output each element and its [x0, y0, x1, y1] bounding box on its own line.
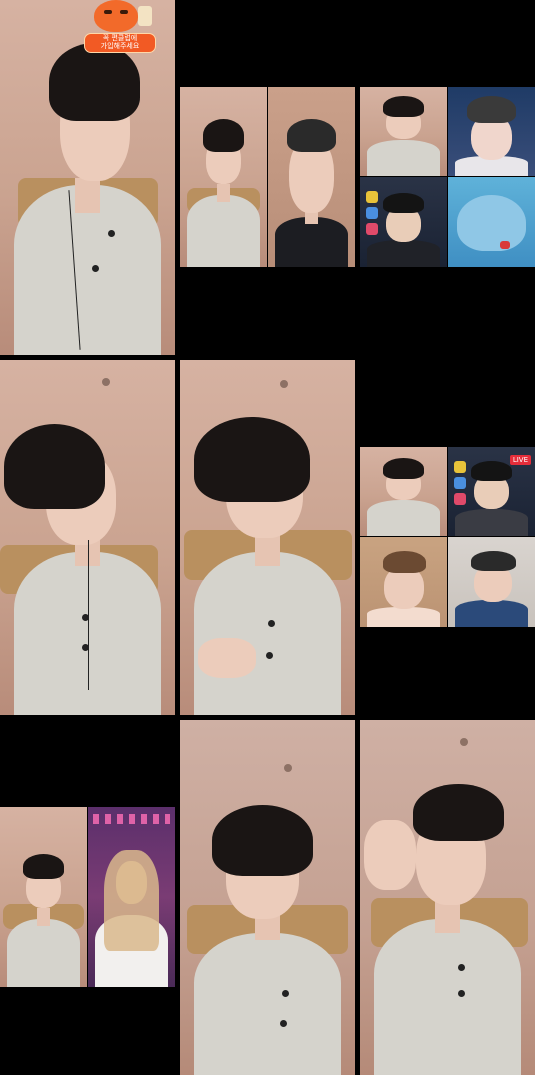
sticker-strip — [454, 461, 466, 509]
neon-lights — [93, 814, 170, 825]
raised-hand — [364, 820, 416, 890]
video-tile-1[interactable]: 꼭 편클럽에 가입해주세요 — [0, 0, 175, 355]
badge-line-2: 가입해주세요 — [100, 42, 140, 50]
video-tile-3[interactable] — [360, 87, 535, 267]
fan-club-badge[interactable]: 꼭 편클럽에 가입해주세요 — [80, 0, 158, 54]
orange-mascot-icon — [94, 0, 138, 32]
badge-line-1: 꼭 편클럽에 — [102, 34, 138, 42]
video-pane-bottom-left[interactable] — [360, 177, 447, 267]
video-pane-left[interactable] — [180, 87, 267, 267]
video-tile-7[interactable] — [0, 807, 175, 987]
video-pane-top-left[interactable] — [360, 447, 447, 536]
video-pane-top-left[interactable] — [360, 87, 447, 176]
video-tile-4[interactable] — [0, 360, 175, 715]
video-pane-bottom-left[interactable] — [360, 537, 447, 627]
fan-club-badge-text: 꼭 편클럽에 가입해주세요 — [84, 33, 156, 53]
video-pane-right[interactable] — [88, 807, 175, 987]
video-pane-bottom-right[interactable] — [448, 177, 535, 267]
video-tile-2[interactable] — [180, 87, 355, 267]
video-tile-6[interactable]: LIVE — [360, 447, 535, 627]
video-pane-top-right[interactable]: LIVE — [448, 447, 535, 536]
video-pane-bottom-right[interactable] — [448, 537, 535, 627]
raised-hand — [198, 638, 256, 678]
sticker-strip — [366, 191, 378, 239]
cartoon-shark — [456, 195, 527, 251]
video-pane-left[interactable] — [0, 807, 87, 987]
video-pane-right[interactable] — [268, 87, 355, 267]
video-tile-5[interactable] — [180, 360, 355, 715]
video-tile-8[interactable] — [180, 720, 355, 1075]
bubble-tea-icon — [138, 6, 152, 26]
video-tile-9[interactable] — [360, 720, 535, 1075]
live-badge: LIVE — [509, 455, 531, 465]
video-pane-top-right[interactable] — [448, 87, 535, 176]
